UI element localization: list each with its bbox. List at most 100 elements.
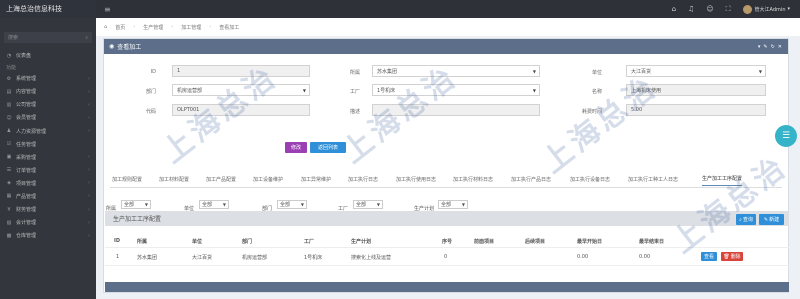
chevron-left-icon: ‹ [88, 75, 90, 82]
filter-factory-select[interactable]: 全部 ▼ [353, 200, 383, 209]
filter-dept-select[interactable]: 全部 ▼ [277, 200, 307, 209]
unit-select[interactable]: 大江百货 ▼ [626, 65, 766, 77]
chevron-left-icon: ‹ [88, 114, 90, 121]
name-value: 上海机床使用 [631, 87, 662, 94]
sidebar-item-label: 会计管理 [16, 220, 37, 227]
factory-select[interactable]: 1号机床 ▼ [372, 84, 540, 96]
project-icon: ◈ [7, 180, 11, 187]
edit-button[interactable]: 修改 [285, 142, 307, 153]
filter-plan-select[interactable]: 全部 ▼ [438, 200, 468, 209]
table-divider [105, 265, 789, 266]
tab-process-steps[interactable]: 生产加工工序配置 [702, 172, 743, 186]
settings-fab[interactable]: ☰ [775, 125, 797, 147]
brand-logo[interactable]: 上海总治信息科技 [0, 0, 96, 18]
tab-exec-material-log[interactable]: 加工执行材料日志 [453, 172, 493, 186]
caret-down-icon: ▼ [461, 202, 465, 207]
chevron-left-icon: ‹ [88, 167, 90, 174]
time-field[interactable]: 5.00 [626, 104, 766, 116]
tab-exec-use-log[interactable]: 加工执行使用日志 [396, 172, 436, 186]
sidebar-search-input[interactable]: 搜索 [8, 34, 18, 41]
filter-unit-select[interactable]: 全部 ▼ [199, 200, 229, 209]
factory-value: 1号机床 [377, 87, 396, 94]
code-field[interactable]: OLPT001 [172, 104, 310, 116]
sidebar-section-label: 功能 [6, 64, 17, 71]
menu-toggle-icon[interactable]: ≡ [104, 5, 111, 14]
tab-material-config[interactable]: 加工材料配置 [159, 172, 189, 186]
cell-end: 0.00 [639, 254, 651, 260]
view-row-button[interactable]: 查看 [701, 252, 717, 261]
name-field[interactable]: 上海机床使用 [626, 84, 766, 96]
tab-exception[interactable]: 加工异常维护 [301, 172, 331, 186]
sidebar-item-hr[interactable]: ♟ 人力资源管理 ‹ [0, 124, 96, 137]
chevron-left-icon: ‹ [88, 88, 90, 95]
filter-value: 全部 [124, 202, 135, 208]
breadcrumb-item[interactable]: 加工管理 [181, 24, 201, 31]
doc-icon: ▤ [6, 88, 12, 95]
refresh-icon[interactable]: ↻ [771, 44, 775, 50]
tab-equipment[interactable]: 加工设备维护 [253, 172, 283, 186]
dept-select[interactable]: 机房运营部 ▼ [172, 84, 310, 96]
chevron-left-icon: ‹ [88, 180, 90, 187]
task-icon: ☑ [6, 141, 12, 148]
tab-exec-worker-log[interactable]: 加工执行工种工人日志 [628, 172, 678, 186]
sidebar-item-label: 订单管理 [16, 167, 37, 174]
breadcrumb-item[interactable]: 生产管理 [143, 24, 163, 31]
breadcrumb-item-current: 查看加工 [219, 24, 240, 31]
cell-dept: 机房运营部 [242, 255, 268, 261]
col-prev: 前面项目 [474, 239, 495, 245]
tab-exec-product-log[interactable]: 加工执行产品日志 [511, 172, 551, 186]
breadcrumb-separator: › [133, 24, 136, 30]
sidebar-item-member[interactable]: ☺ 会员管理 ‹ [0, 111, 96, 124]
sidebar-item-system[interactable]: ⚙ 系统管理 ‹ [0, 72, 96, 85]
menu-icon: ☰ [781, 131, 791, 141]
back-to-list-button[interactable]: 返回列表 [310, 142, 346, 153]
delete-row-button[interactable]: 🗑 删除 [721, 252, 743, 261]
tab-exec-equipment-log[interactable]: 加工执行设备日志 [570, 172, 610, 186]
time-value: 5.00 [631, 107, 643, 113]
subtable-header: 生产加工工序配置 [105, 211, 789, 226]
wrench-icon[interactable]: ✎ [763, 44, 767, 50]
chevron-down-icon[interactable]: ▾ [758, 44, 761, 50]
sidebar-item-finance[interactable]: ¥ 财务管理 ‹ [0, 203, 96, 216]
breadcrumb-item[interactable]: 首页 [115, 24, 125, 31]
avatar [742, 4, 752, 14]
sidebar-item-warehouse[interactable]: ▩ 仓库管理 ‹ [0, 229, 96, 242]
cell-seq: 0 [444, 254, 448, 260]
sidebar-item-purchase[interactable]: ▣ 采购管理 ‹ [0, 151, 96, 164]
tab-process-rules[interactable]: 加工规则配置 [112, 172, 142, 186]
query-button[interactable]: ⌕ 查询 [736, 214, 756, 225]
house-icon[interactable]: ⌂ [672, 5, 676, 13]
sidebar-item-label: 产品管理 [16, 193, 37, 200]
dept-label: 部门 [145, 89, 156, 95]
id-field[interactable]: 1 [172, 65, 310, 77]
panel-header: ◉ 查看加工 ▾ ✎ ↻ ✕ [104, 39, 788, 54]
search-icon[interactable]: ⌕ [85, 35, 88, 41]
chevron-left-icon: ‹ [88, 101, 90, 108]
desc-field[interactable] [372, 104, 540, 116]
sidebar-item-accounting[interactable]: ▧ 会计管理 ‹ [0, 216, 96, 229]
user-icon[interactable]: ☺ [706, 5, 713, 13]
expand-icon[interactable]: ⛶ [726, 5, 731, 14]
sidebar-item-task[interactable]: ☑ 任务管理 [0, 138, 96, 151]
sidebar-item-company[interactable]: ▥ 公司管理 ‹ [0, 98, 96, 111]
sidebar-item-dashboard[interactable]: ◔ 仪表盘 [0, 49, 96, 62]
chevron-left-icon: ‹ [88, 154, 90, 161]
tab-product-config[interactable]: 加工产品配置 [206, 172, 236, 186]
sidebar-search[interactable]: 搜索 ⌕ [4, 32, 92, 43]
tab-exec-log[interactable]: 加工执行日志 [348, 172, 378, 186]
filter-company-select[interactable]: 全部 ▼ [121, 200, 151, 209]
sidebar-item-order[interactable]: ☰ 订单管理 ‹ [0, 164, 96, 177]
company-select[interactable]: 苏水集团 ▼ [372, 65, 540, 77]
trash-icon: 🗑 [723, 253, 730, 260]
sidebar-item-project[interactable]: ◈ 项目管理 ‹ [0, 177, 96, 190]
breadcrumb: ⌂ 首页 › 生产管理 › 加工管理 › 查看加工 [96, 18, 800, 36]
chevron-left-icon: ‹ [88, 206, 90, 213]
gear-icon: ⚙ [6, 75, 12, 82]
sidebar-item-product[interactable]: ▦ 产品管理 ‹ [0, 190, 96, 203]
add-button[interactable]: ✎ 新建 [759, 214, 784, 225]
bell-icon[interactable]: ♫ [688, 5, 694, 13]
sidebar-item-content[interactable]: ▤ 内容管理 ‹ [0, 85, 96, 98]
chevron-left-icon: ‹ [88, 232, 90, 239]
user-menu[interactable]: 管大江Admin ▾ [742, 4, 790, 14]
close-icon[interactable]: ✕ [778, 44, 782, 50]
